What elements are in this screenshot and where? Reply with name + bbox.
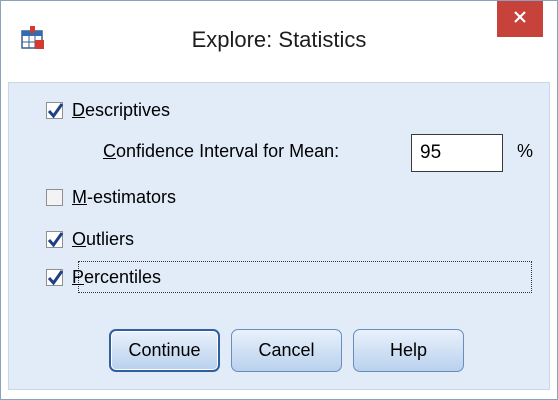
- title-bar: Explore: Statistics: [1, 1, 557, 82]
- percentiles-checkbox[interactable]: [46, 269, 64, 286]
- confidence-interval-row: Confidence Interval for Mean:: [103, 141, 339, 162]
- percent-unit-label: %: [517, 141, 534, 161]
- option-m-estimators[interactable]: M-estimators: [46, 187, 176, 208]
- confidence-interval-label: Confidence Interval for Mean:: [103, 141, 340, 161]
- outliers-checkbox[interactable]: [46, 231, 64, 248]
- option-descriptives[interactable]: Descriptives: [46, 100, 170, 121]
- continue-button-label: Continue: [128, 340, 201, 360]
- checkmark-icon: [47, 270, 64, 286]
- close-button[interactable]: [497, 1, 543, 37]
- dialog-title: Explore: Statistics: [191, 27, 367, 52]
- close-icon: [512, 9, 528, 30]
- m-estimators-checkbox[interactable]: [46, 189, 63, 206]
- checkmark-icon: [47, 103, 64, 119]
- outliers-label: Outliers: [72, 229, 135, 249]
- descriptives-label: Descriptives: [72, 100, 171, 120]
- m-estimators-label: M-estimators: [72, 187, 177, 207]
- continue-button[interactable]: Continue: [109, 329, 220, 372]
- cancel-button-label: Cancel: [258, 340, 315, 360]
- option-outliers[interactable]: Outliers: [46, 229, 134, 250]
- dialog-client-area: Descriptives Confidence Interval for Mea…: [8, 82, 550, 390]
- explore-statistics-dialog: Explore: Statistics Descriptives Confide…: [0, 0, 558, 400]
- cancel-button[interactable]: Cancel: [231, 329, 342, 372]
- descriptives-checkbox[interactable]: [46, 102, 64, 119]
- help-button-label: Help: [389, 340, 428, 360]
- option-percentiles[interactable]: Percentiles: [46, 267, 161, 288]
- help-button[interactable]: Help: [353, 329, 464, 372]
- confidence-interval-input[interactable]: 95: [411, 134, 503, 172]
- checkmark-icon: [47, 232, 64, 248]
- percentiles-label: Percentiles: [72, 267, 162, 287]
